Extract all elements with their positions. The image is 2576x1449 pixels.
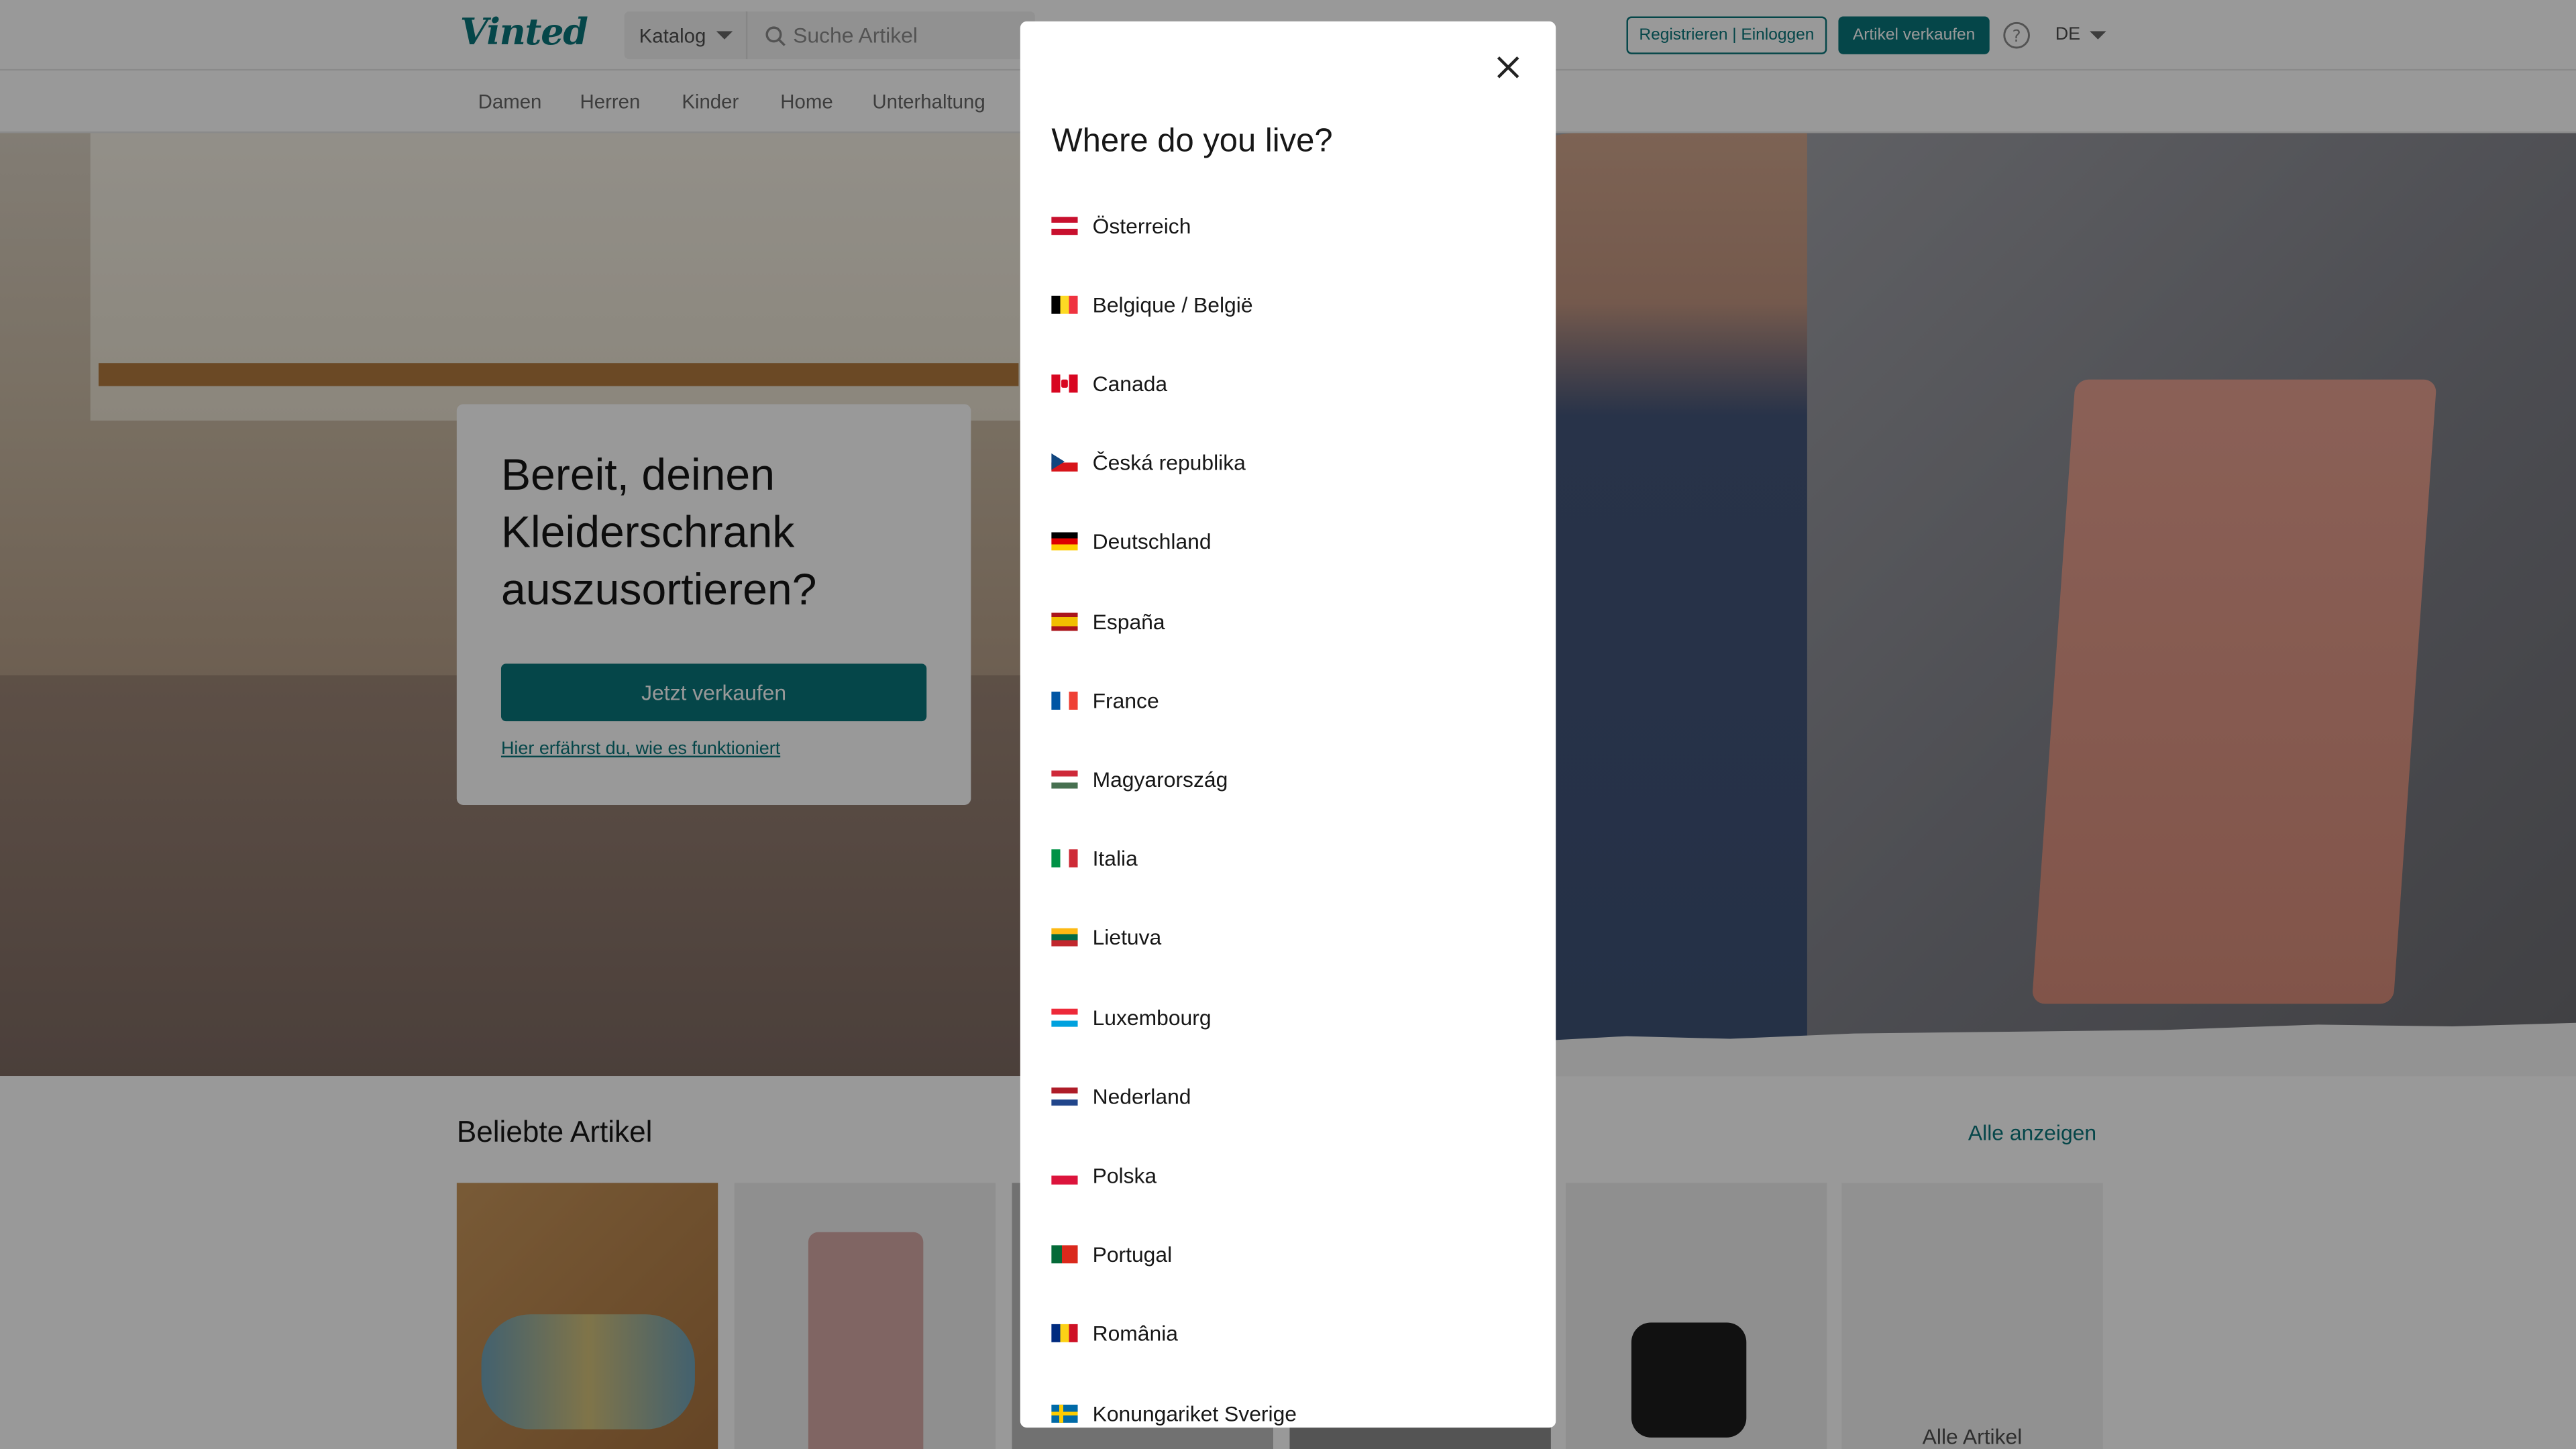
country-name: Konungariket Sverige [1092,1400,1297,1426]
country-name: Lietuva [1092,925,1162,951]
country-option[interactable]: Canada [1051,366,1167,402]
maple-leaf-icon [1061,379,1068,388]
flag-icon [1051,770,1078,789]
flag-triangle [1051,453,1065,470]
country-name: Polska [1092,1163,1157,1188]
country-option[interactable]: Luxembourg [1051,999,1212,1035]
close-icon[interactable] [1490,49,1526,85]
flag-icon [1051,1166,1078,1185]
country-name: Canada [1092,371,1168,396]
country-option[interactable]: Italia [1051,841,1138,877]
country-option[interactable]: Portugal [1051,1236,1172,1273]
country-option[interactable]: Österreich [1051,207,1191,244]
country-name: Belgique / België [1092,292,1253,317]
flag-icon [1051,1245,1078,1264]
flag-icon [1051,374,1078,393]
flag-icon [1051,216,1078,234]
country-option[interactable]: Lietuva [1051,920,1161,956]
flag-icon [1051,1403,1078,1422]
country-name: Portugal [1092,1242,1173,1267]
country-name: France [1092,688,1159,713]
flag-icon [1051,1008,1078,1026]
flag-icon [1051,295,1078,313]
country-name: Italia [1092,846,1138,871]
flag-icon [1051,1324,1078,1343]
country-name: España [1092,608,1165,634]
country-option[interactable]: România [1051,1316,1178,1352]
country-option[interactable]: Deutschland [1051,524,1212,560]
flag-icon [1051,691,1078,710]
country-option[interactable]: Konungariket Sverige [1051,1395,1297,1428]
country-option[interactable]: Polska [1051,1157,1157,1193]
country-option[interactable]: Belgique / België [1051,286,1253,323]
flag-icon [1051,453,1078,472]
country-name: Deutschland [1092,529,1212,555]
country-select-dialog: Where do you live? Österreich Belgique / … [1020,21,1556,1428]
country-name: Luxembourg [1092,1004,1212,1030]
country-option[interactable]: España [1051,603,1165,639]
flag-icon [1051,533,1078,551]
country-option[interactable]: Magyarország [1051,761,1228,798]
country-name: Magyarország [1092,767,1228,792]
country-option[interactable]: France [1051,682,1159,718]
dialog-title: Where do you live? [1051,123,1333,160]
country-name: Česká republika [1092,450,1246,475]
flag-icon [1051,1087,1078,1106]
flag-icon [1051,612,1078,631]
country-option[interactable]: Nederland [1051,1078,1191,1114]
country-name: Nederland [1092,1083,1191,1109]
flag-icon [1051,849,1078,868]
country-name: România [1092,1321,1179,1346]
country-option[interactable]: Česká republika [1051,445,1246,481]
country-name: Österreich [1092,213,1191,237]
flag-icon [1051,928,1078,947]
